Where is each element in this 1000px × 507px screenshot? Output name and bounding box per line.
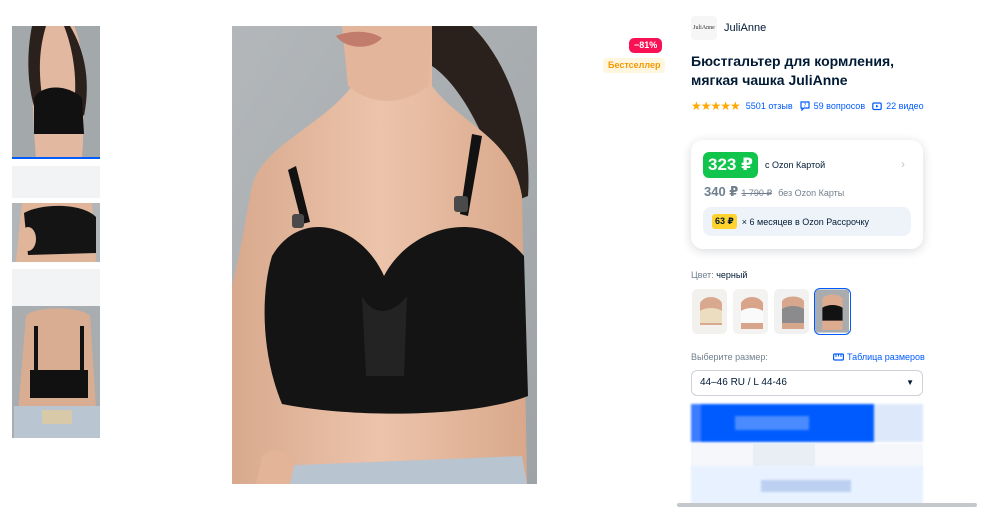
- brand-name[interactable]: JuliAnne: [724, 22, 766, 34]
- bestseller-badge: Бестселлер: [603, 58, 666, 73]
- color-label-text: Цвет:: [691, 270, 714, 280]
- chevron-right-icon[interactable]: ›: [901, 157, 905, 171]
- thumbnail-back[interactable]: [12, 306, 100, 438]
- svg-text:?: ?: [803, 103, 806, 109]
- size-table-link[interactable]: Таблица размеров: [833, 352, 925, 362]
- questions-link[interactable]: 59 вопросов: [814, 101, 865, 111]
- thumbnail-front[interactable]: [12, 26, 100, 159]
- regular-price: 340 ₽: [704, 184, 739, 199]
- main-product-image[interactable]: [232, 26, 537, 484]
- color-swatches: [691, 288, 855, 335]
- ozon-card-price: 323 ₽: [703, 152, 758, 178]
- add-to-cart-button[interactable]: [691, 404, 923, 442]
- installment-amount: 63 ₽: [712, 214, 737, 229]
- buy-now-button[interactable]: [691, 466, 923, 504]
- installment-offer[interactable]: 63 ₽ × 6 месяцев в Ozon Рассрочку: [703, 207, 911, 236]
- size-table-label: Таблица размеров: [847, 352, 925, 362]
- question-icon: ?: [800, 101, 810, 111]
- size-select-value: 44–46 RU / L 44-46: [700, 377, 787, 388]
- ozon-card-label: с Ozon Картой: [765, 160, 826, 170]
- videos-link[interactable]: 22 видео: [886, 101, 924, 111]
- color-swatch-beige[interactable]: [691, 288, 728, 335]
- thumbnail-side[interactable]: [12, 203, 100, 262]
- size-label: Выберите размер:: [691, 352, 768, 362]
- ruler-icon: [833, 353, 844, 361]
- old-price: 1 790 ₽: [741, 188, 773, 198]
- caret-down-icon: ▼: [906, 378, 914, 387]
- reviews-link[interactable]: 5501 отзыв: [746, 101, 793, 111]
- regular-price-label: без Ozon Карты: [778, 188, 845, 198]
- color-swatch-gray[interactable]: [773, 288, 810, 335]
- horizontal-scrollbar[interactable]: [677, 503, 977, 507]
- color-label: Цвет: черный: [691, 270, 747, 280]
- video-icon: [872, 102, 882, 111]
- brand-row[interactable]: JuliAnne JuliAnne: [691, 16, 766, 40]
- price-card[interactable]: 323 ₽ с Ozon Картой › 340 ₽ 1 790 ₽ без …: [691, 140, 923, 249]
- star-rating-icon[interactable]: ★★★★★: [691, 99, 741, 113]
- color-swatch-black[interactable]: [814, 288, 851, 335]
- brand-logo[interactable]: JuliAnne: [691, 16, 717, 40]
- rating-row: ★★★★★ 5501 отзыв ? 59 вопросов 22 видео: [691, 99, 924, 113]
- product-title: Бюстгальтер для кормления, мягкая чашка …: [691, 53, 894, 88]
- color-value: черный: [716, 270, 748, 280]
- discount-badge: −81%: [629, 38, 663, 53]
- color-swatch-white[interactable]: [732, 288, 769, 335]
- regular-price-row: 340 ₽ 1 790 ₽ без Ozon Карты: [704, 184, 844, 200]
- installment-text: × 6 месяцев в Ozon Рассрочку: [741, 216, 869, 227]
- thumbnail-blank-2[interactable]: [12, 269, 100, 308]
- thumbnail-blank[interactable]: [12, 166, 100, 198]
- size-select[interactable]: 44–46 RU / L 44-46 ▼: [691, 370, 923, 396]
